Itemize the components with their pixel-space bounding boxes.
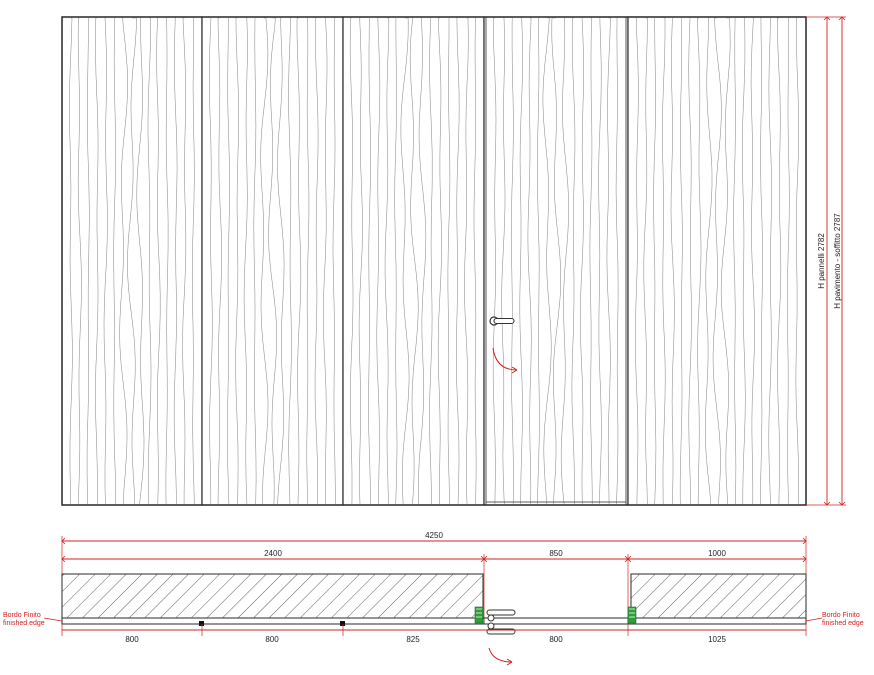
panel-joint-1: [199, 621, 204, 626]
technical-drawing: H pannelli 2782 H pavimento - soffitto 2…: [3, 16, 864, 666]
finished-edge-right: Bordo Finito finished edge: [805, 612, 864, 627]
edge-label-right-1: Bordo Finito: [822, 612, 860, 619]
finished-edge-left: Bordo Finito finished edge: [3, 612, 63, 627]
lever-handle-icon: [489, 316, 515, 326]
height-dimensions: H pannelli 2782 H pavimento - soffitto 2…: [806, 16, 846, 506]
dim-1025: 1025: [708, 635, 726, 644]
plan-sections: [61, 573, 807, 626]
dim-800-door: 800: [549, 635, 563, 644]
total-width-label: 4250: [425, 531, 443, 540]
total-width-dimension: 4250: [61, 531, 807, 574]
wall-panel-3: [342, 16, 485, 506]
door-hinge-right: [627, 606, 637, 624]
dim-800-a: 800: [125, 635, 139, 644]
height-floor-ceiling-label: H pavimento - soffitto 2787: [833, 213, 842, 309]
dim-2400: 2400: [264, 549, 282, 558]
dim-825: 825: [406, 635, 420, 644]
dim-850: 850: [549, 549, 563, 558]
bottom-dimensions: 800 800 825 800 1025: [61, 624, 807, 644]
door-panel: [483, 16, 629, 506]
wall-panel-2: [201, 16, 344, 506]
wall-elevation: [61, 16, 807, 506]
door-hinge-left: [474, 606, 484, 624]
edge-label-left-2: finished edge: [3, 620, 45, 627]
wall-section-left: [61, 573, 484, 619]
panel-joint-2: [340, 621, 345, 626]
edge-label-left-1: Bordo Finito: [3, 612, 41, 619]
dim-800-b: 800: [265, 635, 279, 644]
swing-arrow-icon: [488, 647, 513, 666]
floor-track: [61, 617, 807, 625]
wall-section-right: [630, 573, 807, 619]
edge-label-right-2: finished edge: [822, 620, 864, 627]
dim-1000: 1000: [708, 549, 726, 558]
height-panels-label: H pannelli 2782: [817, 233, 826, 289]
